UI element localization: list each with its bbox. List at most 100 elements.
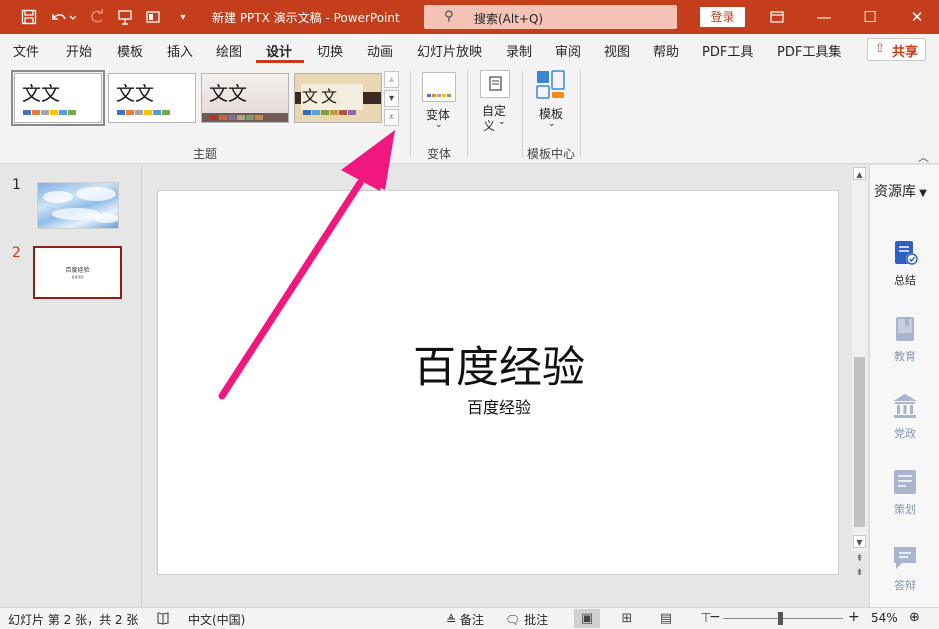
- tab-animations[interactable]: 动画: [367, 41, 393, 60]
- template-icon: [536, 70, 566, 100]
- theme-swatches: [117, 110, 170, 115]
- tab-transitions[interactable]: 切换: [317, 41, 343, 60]
- close-icon[interactable]: ✕: [897, 4, 937, 30]
- tab-pdf-tools[interactable]: PDF工具: [702, 41, 753, 60]
- tab-insert[interactable]: 插入: [167, 41, 193, 60]
- chevron-down-icon: ⌄: [498, 117, 506, 127]
- share-button[interactable]: ⇧ 共享: [867, 38, 926, 61]
- comment-icon: 🗨: [505, 613, 521, 627]
- tab-help[interactable]: 帮助: [653, 41, 679, 60]
- theme-wood[interactable]: 文文: [294, 73, 382, 123]
- scrollbar-thumb[interactable]: [854, 357, 865, 527]
- redo-icon[interactable]: [86, 6, 108, 28]
- defense-label: 答辩: [894, 579, 916, 592]
- planning-icon: [894, 470, 916, 494]
- group-label-themes: 主题: [193, 147, 218, 161]
- variants-button[interactable]: 变体 ⌄: [420, 69, 458, 133]
- comments-button[interactable]: 🗨 批注: [505, 611, 548, 628]
- resource-defense[interactable]: 答辩: [870, 543, 939, 593]
- undo-icon[interactable]: [46, 6, 80, 28]
- slide-thumbnail-2[interactable]: 百度经验 百度经验: [33, 246, 122, 299]
- share-label: 共享: [892, 45, 919, 60]
- normal-view-icon[interactable]: ▣: [574, 609, 600, 628]
- save-icon[interactable]: [18, 6, 40, 28]
- tab-template[interactable]: 模板: [117, 41, 143, 60]
- customize-toolbar-icon[interactable]: ▾: [172, 6, 194, 28]
- resource-planning[interactable]: 策划: [870, 467, 939, 517]
- group-separator: [522, 70, 523, 158]
- spelling-icon[interactable]: [156, 611, 170, 628]
- cloud-shape: [76, 187, 116, 201]
- zoom-in-icon[interactable]: +: [848, 609, 860, 625]
- theme-office[interactable]: 文文: [11, 70, 105, 126]
- reading-view-icon[interactable]: ▤: [653, 609, 679, 628]
- tab-file[interactable]: 文件: [13, 41, 39, 60]
- slide-number-1: 1: [12, 177, 21, 193]
- tab-record[interactable]: 录制: [506, 41, 532, 60]
- tab-draw[interactable]: 绘图: [216, 41, 242, 60]
- ribbon-display-icon[interactable]: [757, 4, 797, 30]
- layout-icon[interactable]: [142, 6, 164, 28]
- group-separator: [410, 70, 411, 158]
- template-button[interactable]: 模板 ⌄: [532, 68, 572, 134]
- zoom-out-icon[interactable]: −: [709, 609, 721, 625]
- tab-pdf-toolset[interactable]: PDF工具集: [777, 41, 841, 60]
- next-slide-icon[interactable]: ⇟: [852, 568, 867, 581]
- zoom-slider-handle[interactable]: [778, 612, 783, 625]
- gallery-more-button[interactable]: ⩡: [384, 109, 399, 126]
- previous-slide-icon[interactable]: ⇞: [852, 554, 867, 567]
- tab-slideshow[interactable]: 幻灯片放映: [417, 41, 482, 60]
- planning-label: 策划: [894, 503, 916, 516]
- menu-bar: 文件 开始 模板 插入 绘图 设计 切换 动画 幻灯片放映 录制 审阅 视图 帮…: [0, 34, 939, 64]
- resource-library-title[interactable]: 资源库 ▼: [874, 181, 927, 201]
- thumbnail-subtitle: 百度经验: [71, 275, 84, 279]
- notes-icon: ≜: [446, 613, 457, 627]
- fit-to-window-icon[interactable]: ⊕: [909, 610, 920, 625]
- group-label-template-center: 模板中心: [527, 147, 576, 161]
- collapse-ribbon-icon[interactable]: ︿: [918, 149, 929, 165]
- tab-home[interactable]: 开始: [66, 41, 92, 60]
- slide-canvas[interactable]: 百度经验 百度经验: [157, 190, 839, 575]
- customize-button[interactable]: 自定 义 ⌄: [476, 68, 516, 134]
- tab-design[interactable]: 设计: [266, 41, 292, 60]
- gallery-scroll-up[interactable]: ▴: [384, 71, 399, 88]
- resource-government[interactable]: 党政: [870, 391, 939, 441]
- theme-gradient[interactable]: 文文: [201, 73, 289, 123]
- slide-size-icon: [480, 70, 510, 98]
- slide-title[interactable]: 百度经验: [158, 333, 840, 395]
- slide-thumbnail-1[interactable]: [37, 182, 119, 229]
- notes-button[interactable]: ≜ 备注: [446, 611, 484, 628]
- comments-label: 批注: [524, 613, 549, 627]
- resource-summary[interactable]: 总结: [870, 238, 939, 288]
- gallery-scroll-down[interactable]: ▾: [384, 90, 399, 107]
- theme-swatches: [303, 110, 356, 115]
- zoom-level[interactable]: 54%: [871, 611, 898, 625]
- vertical-scrollbar[interactable]: ▲ ▼: [852, 167, 867, 551]
- presentation-icon[interactable]: [114, 6, 136, 28]
- login-button[interactable]: 登录: [700, 7, 745, 27]
- group-separator: [467, 70, 468, 158]
- tab-view[interactable]: 视图: [604, 41, 630, 60]
- maximize-icon[interactable]: ☐: [850, 4, 890, 30]
- theme-preview-text: 文文: [116, 83, 155, 105]
- customize-label-2: 义: [483, 119, 496, 133]
- government-label: 党政: [894, 427, 916, 440]
- scroll-up-arrow[interactable]: ▲: [853, 167, 866, 180]
- book-icon: [896, 317, 914, 341]
- ribbon: 文文 文文 文文 文文 ▴ ▾ ⩡ 主题 变体 ⌄ 变体 自定 义 ⌄ 模板 ⌄…: [0, 64, 939, 164]
- theme-preview-text: 文文: [302, 87, 341, 106]
- language-indicator[interactable]: 中文(中国): [188, 611, 245, 628]
- resource-education[interactable]: 教育: [870, 314, 939, 364]
- zoom-slider[interactable]: [723, 618, 843, 619]
- theme-office-2[interactable]: 文文: [108, 73, 196, 123]
- summary-icon: [895, 241, 918, 265]
- slide-sorter-icon[interactable]: ⊞: [614, 609, 640, 628]
- minimize-icon[interactable]: —: [804, 4, 844, 30]
- search-placeholder: 搜索(Alt+Q): [474, 12, 544, 26]
- slide-subtitle[interactable]: 百度经验: [158, 394, 840, 418]
- share-icon: ⇧: [875, 41, 886, 55]
- slide-thumbnail-pane: 1 2 百度经验 百度经验: [0, 165, 142, 607]
- scroll-down-arrow[interactable]: ▼: [853, 535, 866, 548]
- tab-review[interactable]: 审阅: [555, 41, 581, 60]
- search-input[interactable]: ⚲ 搜索(Alt+Q): [424, 5, 677, 29]
